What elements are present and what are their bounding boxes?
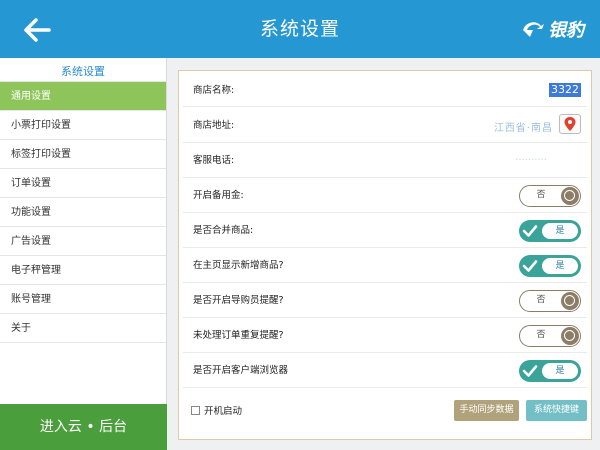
- store-name-input[interactable]: 3322: [549, 83, 581, 97]
- sidebar-item-about[interactable]: 关于: [0, 314, 166, 343]
- toggle-state-text: 否: [536, 295, 546, 305]
- service-phone-input[interactable]: ··········: [515, 155, 547, 166]
- check-icon: [521, 257, 539, 275]
- store-name-row: 商店名称: 3322: [183, 71, 587, 107]
- settings-panel: 商店名称: 3322 商店地址: 江西省·南昌 客服电话: ··········…: [178, 70, 592, 440]
- service-phone-label: 客服电话:: [193, 155, 235, 166]
- show-new-items-row: 在主页显示新增商品? 是: [183, 248, 587, 283]
- client-browser-row: 是否开启客户端浏览器 是: [183, 353, 587, 388]
- store-name-label: 商店名称:: [193, 85, 235, 96]
- check-icon: [521, 222, 539, 240]
- sidebar-header: 系统设置: [0, 58, 166, 82]
- sidebar-item-general[interactable]: 通用设置: [0, 82, 166, 111]
- merge-items-label: 是否合并商品:: [193, 225, 254, 236]
- sales-guide-reminder-label: 是否开启导购员提醒?: [193, 295, 284, 306]
- petty-cash-toggle[interactable]: 否: [519, 185, 581, 207]
- logo-text: 银豹: [548, 20, 584, 41]
- top-bar: 系统设置 银豹: [0, 0, 600, 58]
- location-pin-icon[interactable]: [559, 114, 581, 134]
- enter-cloud-backend-button[interactable]: 进入云 • 后台: [0, 404, 167, 450]
- toggle-state-text: 是: [542, 363, 578, 379]
- order-repeat-reminder-toggle[interactable]: 否: [519, 325, 581, 347]
- checkbox-icon[interactable]: [191, 405, 200, 415]
- order-repeat-reminder-row: 未处理订单重复提醒? 否: [183, 318, 587, 353]
- toggle-knob-icon: [561, 187, 579, 205]
- sidebar-item-ads[interactable]: 广告设置: [0, 227, 166, 256]
- petty-cash-label: 开启备用金:: [193, 190, 244, 201]
- store-address-row: 商店地址: 江西省·南昌: [183, 107, 587, 143]
- sidebar-item-account[interactable]: 账号管理: [0, 285, 166, 314]
- sidebar-item-function[interactable]: 功能设置: [0, 198, 166, 227]
- toggle-state-text: 否: [536, 190, 546, 200]
- auto-start-checkbox[interactable]: 开机启动: [191, 403, 242, 417]
- client-browser-toggle[interactable]: 是: [519, 360, 581, 382]
- order-repeat-reminder-label: 未处理订单重复提醒?: [193, 330, 284, 341]
- check-icon: [521, 362, 539, 380]
- sidebar-item-receipt-print[interactable]: 小票打印设置: [0, 111, 166, 140]
- sales-guide-reminder-toggle[interactable]: 否: [519, 290, 581, 312]
- sidebar-item-scale[interactable]: 电子秤管理: [0, 256, 166, 285]
- logo-mark-icon: [523, 22, 544, 37]
- service-phone-row: 客服电话: ··········: [183, 143, 587, 178]
- sales-guide-reminder-row: 是否开启导购员提醒? 否: [183, 283, 587, 318]
- toggle-state-text: 否: [536, 330, 546, 340]
- auto-start-label: 开机启动: [204, 406, 243, 417]
- show-new-items-toggle[interactable]: 是: [519, 255, 581, 277]
- merge-items-row: 是否合并商品: 是: [183, 213, 587, 248]
- client-browser-label: 是否开启客户端浏览器: [193, 365, 289, 376]
- toggle-state-text: 是: [542, 258, 578, 274]
- petty-cash-row: 开启备用金: 否: [183, 178, 587, 213]
- sidebar-item-label-print[interactable]: 标签打印设置: [0, 140, 166, 169]
- merge-items-toggle[interactable]: 是: [519, 220, 581, 242]
- bottom-actions: 开机启动 手动同步数据 系统快捷键: [183, 397, 587, 427]
- logo: 银豹: [520, 14, 584, 44]
- show-new-items-label: 在主页显示新增商品?: [193, 260, 284, 271]
- system-shortcut-button[interactable]: 系统快捷键: [526, 400, 587, 421]
- sidebar: 系统设置 通用设置 小票打印设置 标签打印设置 订单设置 功能设置 广告设置 电…: [0, 58, 167, 450]
- page-title: 系统设置: [259, 18, 340, 40]
- toggle-knob-icon: [561, 292, 579, 310]
- manual-sync-button[interactable]: 手动同步数据: [454, 400, 519, 421]
- toggle-knob-icon: [561, 327, 579, 345]
- store-address-input[interactable]: 江西省·南昌: [494, 119, 553, 134]
- toggle-state-text: 是: [542, 223, 578, 239]
- store-address-label: 商店地址:: [193, 120, 235, 131]
- sidebar-item-order[interactable]: 订单设置: [0, 169, 166, 198]
